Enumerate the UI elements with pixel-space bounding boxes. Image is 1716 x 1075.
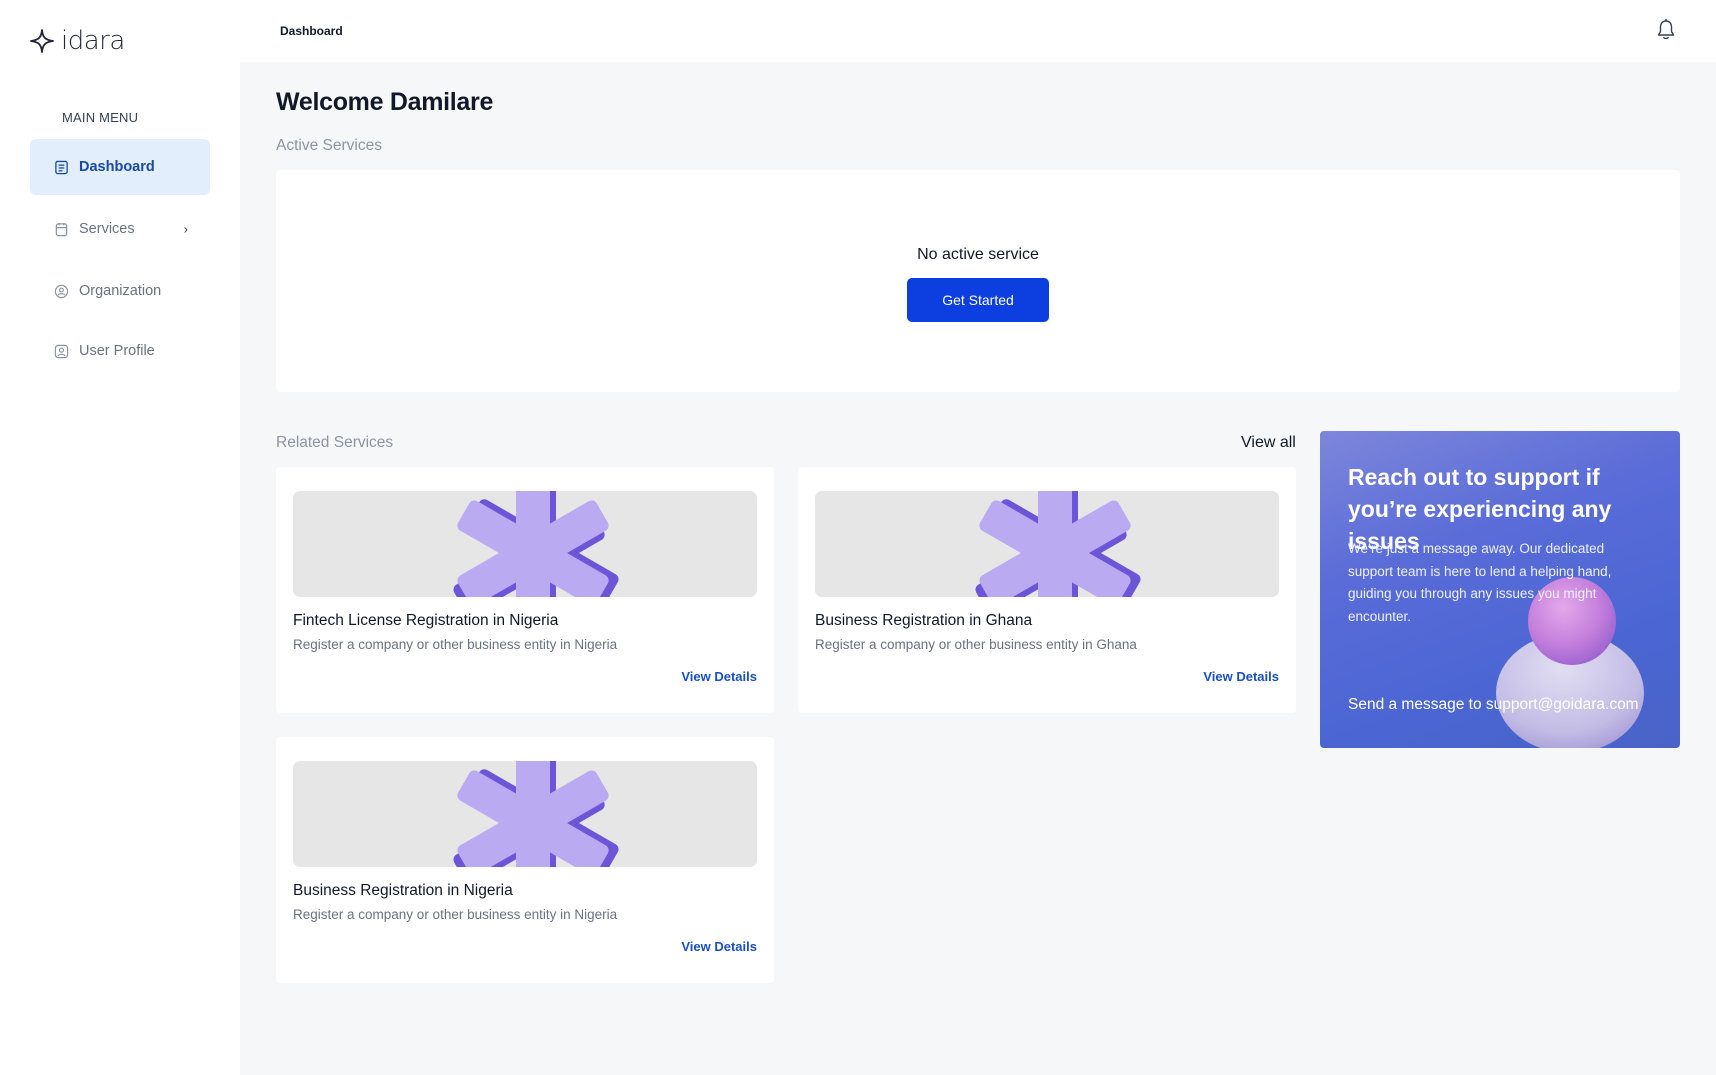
- support-card: Reach out to support if you’re experienc…: [1320, 431, 1680, 748]
- bell-icon[interactable]: [1654, 18, 1678, 42]
- service-description: Register a company or other business ent…: [293, 907, 618, 922]
- service-title: Business Registration in Ghana: [815, 612, 1033, 629]
- sidebar: idara MAIN MENU Dashboard Services › Org…: [0, 0, 240, 1075]
- breadcrumb: Dashboard: [280, 24, 343, 38]
- support-email-link[interactable]: Send a message to support@goidara.com: [1348, 696, 1639, 714]
- view-all-link[interactable]: View all: [1241, 434, 1296, 452]
- service-card: Business Registration in Nigeria Registe…: [276, 737, 774, 983]
- service-banner-image: [815, 491, 1279, 597]
- main-menu-title: MAIN MENU: [62, 110, 139, 125]
- sidebar-item-services[interactable]: Services ›: [30, 201, 210, 257]
- active-services-card: No active service Get Started: [276, 170, 1680, 392]
- chevron-right-icon: ›: [183, 221, 188, 237]
- sidebar-item-organization[interactable]: Organization: [30, 263, 210, 319]
- service-card: Business Registration in Ghana Register …: [798, 467, 1296, 713]
- active-services-label: Active Services: [276, 137, 382, 154]
- sidebar-item-label: Services: [79, 221, 135, 237]
- logo[interactable]: idara: [29, 26, 125, 56]
- related-services-label: Related Services: [276, 434, 394, 451]
- service-banner-image: [293, 491, 757, 597]
- service-description: Register a company or other business ent…: [293, 637, 618, 652]
- service-banner-image: [293, 761, 757, 867]
- dashboard-icon: [55, 160, 68, 174]
- service-title: Business Registration in Nigeria: [293, 882, 513, 899]
- view-details-link[interactable]: View Details: [681, 669, 757, 684]
- service-card: Fintech License Registration in Nigeria …: [276, 467, 774, 713]
- empty-state-text: No active service: [917, 246, 1039, 263]
- sidebar-item-user-profile[interactable]: User Profile: [30, 323, 210, 379]
- page-title: Welcome Damilare: [276, 88, 494, 116]
- logo-text: idara: [61, 26, 125, 56]
- service-description: Register a company or other business ent…: [815, 637, 1137, 652]
- sparkle-logo-icon: [30, 29, 54, 53]
- asterisk-3d-icon: [453, 761, 619, 867]
- main-content: Welcome Damilare Active Services No acti…: [240, 62, 1716, 1075]
- sidebar-item-label: User Profile: [79, 343, 155, 359]
- get-started-button[interactable]: Get Started: [907, 278, 1049, 322]
- support-text: We’re just a message away. Our dedicated…: [1348, 541, 1612, 624]
- service-title: Fintech License Registration in Nigeria: [293, 612, 559, 629]
- sidebar-item-label: Organization: [79, 283, 162, 299]
- user-profile-icon: [54, 344, 69, 358]
- asterisk-3d-icon: [453, 491, 619, 597]
- services-icon: [55, 222, 68, 236]
- organization-icon: [54, 284, 69, 298]
- view-details-link[interactable]: View Details: [1203, 669, 1279, 684]
- sidebar-item-label: Dashboard: [79, 159, 155, 175]
- asterisk-3d-icon: [975, 491, 1141, 597]
- view-details-link[interactable]: View Details: [681, 939, 757, 954]
- top-bar: Dashboard: [240, 0, 1716, 62]
- sidebar-item-dashboard[interactable]: Dashboard: [30, 139, 210, 195]
